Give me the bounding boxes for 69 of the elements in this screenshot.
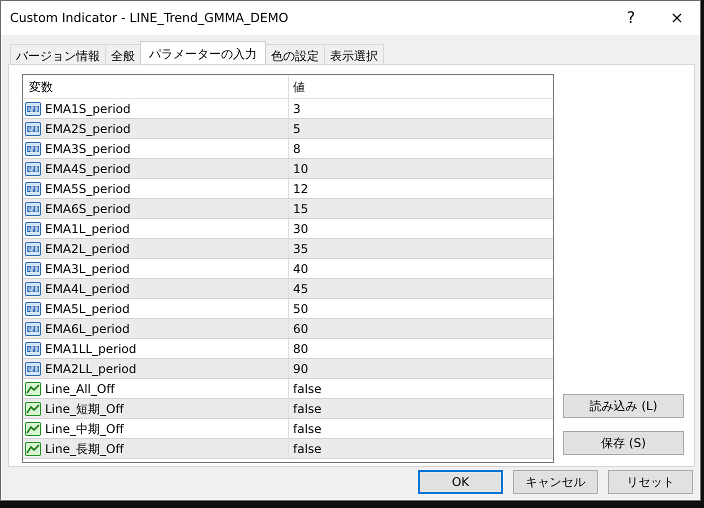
parameter-name: EMA4S_period — [45, 160, 131, 178]
line-chart-icon — [25, 400, 41, 416]
parameter-value[interactable]: 12 — [289, 180, 308, 198]
dialog-button[interactable]: キャンセル — [513, 470, 598, 494]
parameter-value[interactable]: 35 — [289, 240, 308, 258]
number-type-icon — [25, 320, 41, 336]
number-type-icon — [25, 300, 41, 316]
parameter-name: EMA6L_period — [45, 320, 130, 338]
parameter-value[interactable]: 5 — [289, 120, 301, 138]
column-header: 変数 — [29, 78, 53, 96]
line-chart-icon — [25, 440, 41, 456]
number-type-icon — [25, 160, 41, 176]
parameter-name: EMA2S_period — [45, 120, 131, 138]
parameter-name: EMA5S_period — [45, 180, 131, 198]
number-type-icon — [25, 280, 41, 296]
tab[interactable]: 全般 — [105, 44, 141, 64]
number-type-icon — [25, 360, 41, 376]
parameter-value[interactable]: 10 — [289, 160, 308, 178]
number-type-icon — [25, 340, 41, 356]
parameter-name: Line_短期_Off — [45, 400, 124, 418]
close-button[interactable]: × — [654, 6, 700, 30]
parameter-value[interactable]: 8 — [289, 140, 301, 158]
number-type-icon — [25, 220, 41, 236]
parameter-name: EMA3L_period — [45, 260, 130, 278]
parameter-value[interactable]: 80 — [289, 340, 308, 358]
parameter-name: EMA1LL_period — [45, 340, 136, 358]
parameter-name: EMA6S_period — [45, 200, 131, 218]
parameter-value[interactable]: false — [289, 380, 322, 398]
tab[interactable]: 色の設定 — [265, 44, 325, 64]
tab[interactable]: 表示選択 — [324, 44, 384, 64]
parameter-value[interactable]: false — [289, 440, 322, 458]
dialog-button[interactable]: OK — [418, 470, 503, 494]
number-type-icon — [25, 240, 41, 256]
parameter-name: Line_長期_Off — [45, 440, 124, 458]
number-type-icon — [25, 120, 41, 136]
parameter-name: EMA2L_period — [45, 240, 130, 258]
parameter-value[interactable]: 30 — [289, 220, 308, 238]
parameter-value[interactable]: 60 — [289, 320, 308, 338]
parameter-value[interactable]: false — [289, 400, 322, 418]
parameter-value[interactable]: 90 — [289, 360, 308, 378]
help-button[interactable]: ? — [608, 6, 654, 30]
window-title: Custom Indicator - LINE_Trend_GMMA_DEMO — [10, 8, 290, 27]
parameter-name: EMA4L_period — [45, 280, 130, 298]
parameter-name: EMA5L_period — [45, 300, 130, 318]
parameter-name: EMA1L_period — [45, 220, 130, 238]
parameter-name: EMA2LL_period — [45, 360, 136, 378]
dialog-button[interactable]: リセット — [608, 470, 693, 494]
parameter-value[interactable]: 40 — [289, 260, 308, 278]
tab[interactable]: パラメーターの入力 — [140, 41, 266, 64]
parameter-name: EMA3S_period — [45, 140, 131, 158]
parameter-value[interactable]: 3 — [289, 100, 301, 118]
parameter-value[interactable]: 15 — [289, 200, 308, 218]
number-type-icon — [25, 140, 41, 156]
parameter-name: Line_All_Off — [45, 380, 115, 398]
side-button[interactable]: 読み込み (L) — [563, 394, 684, 418]
number-type-icon — [25, 100, 41, 116]
parameter-value[interactable]: 50 — [289, 300, 308, 318]
number-type-icon — [25, 260, 41, 276]
line-chart-icon — [25, 420, 41, 436]
parameter-name: EMA1S_period — [45, 100, 131, 118]
parameter-value[interactable]: false — [289, 420, 322, 438]
line-chart-icon — [25, 380, 41, 396]
column-header: 値 — [292, 78, 305, 96]
tab[interactable]: バージョン情報 — [10, 44, 106, 64]
number-type-icon — [25, 200, 41, 216]
number-type-icon — [25, 180, 41, 196]
side-button[interactable]: 保存 (S) — [563, 431, 684, 455]
parameter-value[interactable]: 45 — [289, 280, 308, 298]
parameter-name: Line_中期_Off — [45, 420, 124, 438]
